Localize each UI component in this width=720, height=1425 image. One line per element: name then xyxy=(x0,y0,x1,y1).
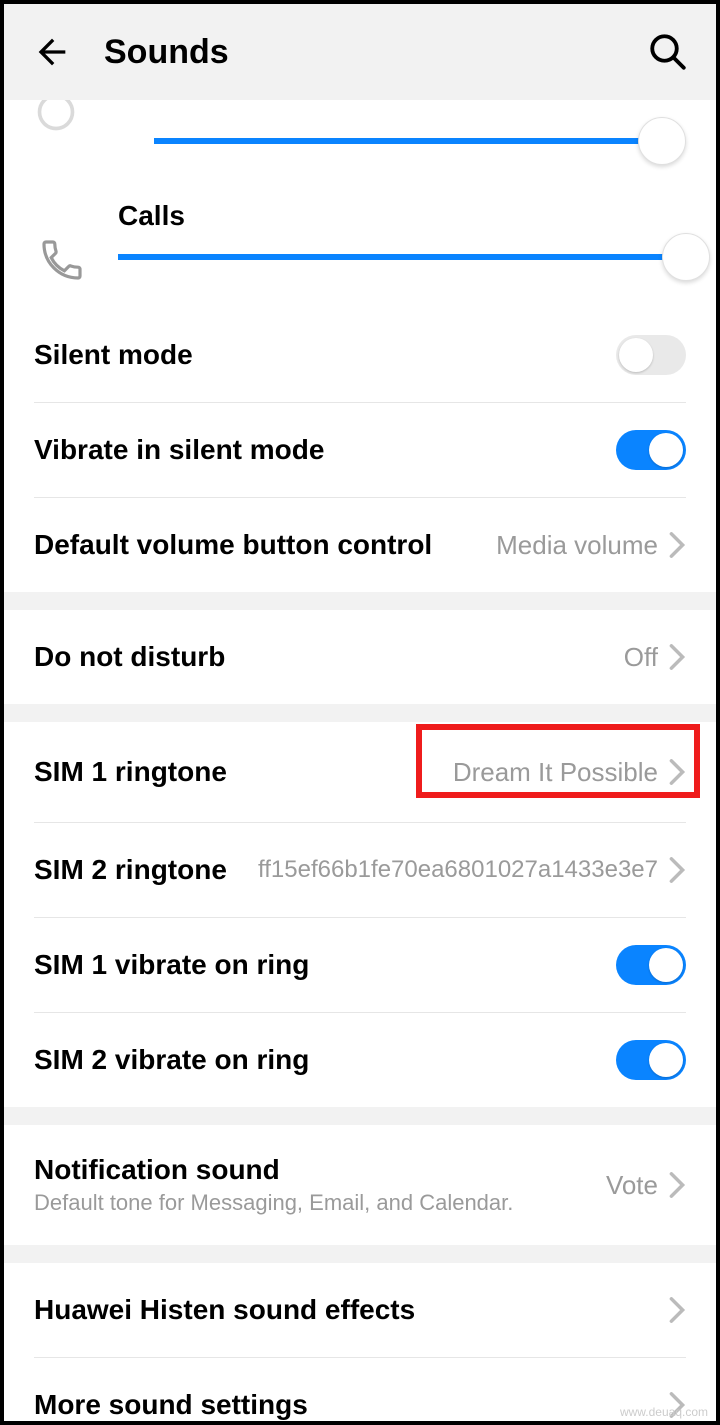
dnd-value: Off xyxy=(624,642,658,673)
back-button[interactable] xyxy=(28,28,76,76)
watermark: www.deuaq.com xyxy=(620,1405,708,1419)
row-silent-mode[interactable]: Silent mode xyxy=(4,308,716,402)
page-title: Sounds xyxy=(104,33,229,72)
silent-mode-toggle[interactable] xyxy=(616,335,686,375)
sim2-ringtone-value: ff15ef66b1fe70ea6801027a1433e3e7 xyxy=(258,856,658,884)
vibrate-silent-label: Vibrate in silent mode xyxy=(34,434,324,466)
back-arrow-icon xyxy=(32,32,72,72)
content-area: Calls Silent mode Vibrate in silent mode… xyxy=(4,100,716,1421)
row-sim2-ringtone[interactable]: SIM 2 ringtone ff15ef66b1fe70ea6801027a1… xyxy=(4,823,716,917)
chevron-right-icon xyxy=(668,643,686,671)
slider-thumb[interactable] xyxy=(662,233,710,281)
phone-icon xyxy=(38,236,86,284)
notification-sub: Default tone for Messaging, Email, and C… xyxy=(34,1190,513,1216)
row-sim1-vibrate[interactable]: SIM 1 vibrate on ring xyxy=(4,918,716,1012)
row-histen[interactable]: Huawei Histen sound effects xyxy=(4,1263,716,1357)
chevron-right-icon xyxy=(668,1171,686,1199)
vibrate-silent-toggle[interactable] xyxy=(616,430,686,470)
volume-slider-partial[interactable] xyxy=(154,138,662,144)
sim1-vibrate-label: SIM 1 vibrate on ring xyxy=(34,949,309,981)
sim1-ringtone-label: SIM 1 ringtone xyxy=(34,756,227,788)
chevron-right-icon xyxy=(668,531,686,559)
notification-label: Notification sound xyxy=(34,1154,513,1186)
sim1-vibrate-toggle[interactable] xyxy=(616,945,686,985)
slider-row-partial xyxy=(4,100,716,160)
chevron-right-icon xyxy=(668,1296,686,1324)
row-sim1-ringtone[interactable]: SIM 1 ringtone Dream It Possible xyxy=(4,722,716,822)
row-vibrate-silent[interactable]: Vibrate in silent mode xyxy=(4,403,716,497)
row-notification-sound[interactable]: Notification sound Default tone for Mess… xyxy=(4,1125,716,1245)
search-button[interactable] xyxy=(644,28,692,76)
histen-label: Huawei Histen sound effects xyxy=(34,1294,415,1326)
notification-value: Vote xyxy=(606,1170,658,1201)
chevron-right-icon xyxy=(668,758,686,786)
search-icon xyxy=(647,31,689,73)
sim2-ringtone-label: SIM 2 ringtone xyxy=(34,854,227,886)
slider-thumb[interactable] xyxy=(638,117,686,165)
row-sim2-vibrate[interactable]: SIM 2 vibrate on ring xyxy=(4,1013,716,1107)
slider-row-calls: Calls xyxy=(4,160,716,308)
row-dnd[interactable]: Do not disturb Off xyxy=(4,610,716,704)
sim2-vibrate-label: SIM 2 vibrate on ring xyxy=(34,1044,309,1076)
default-volume-value: Media volume xyxy=(496,530,658,561)
more-settings-label: More sound settings xyxy=(34,1389,308,1421)
silent-mode-label: Silent mode xyxy=(34,339,193,371)
app-header: Sounds xyxy=(4,4,716,100)
sim1-ringtone-value: Dream It Possible xyxy=(453,757,658,788)
chevron-right-icon xyxy=(668,856,686,884)
dnd-label: Do not disturb xyxy=(34,641,225,673)
sim2-vibrate-toggle[interactable] xyxy=(616,1040,686,1080)
clock-icon xyxy=(34,100,78,134)
row-default-volume[interactable]: Default volume button control Media volu… xyxy=(4,498,716,592)
row-more-settings[interactable]: More sound settings xyxy=(4,1358,716,1421)
calls-label: Calls xyxy=(118,200,686,232)
calls-volume-slider[interactable] xyxy=(118,254,686,260)
default-volume-label: Default volume button control xyxy=(34,529,432,561)
